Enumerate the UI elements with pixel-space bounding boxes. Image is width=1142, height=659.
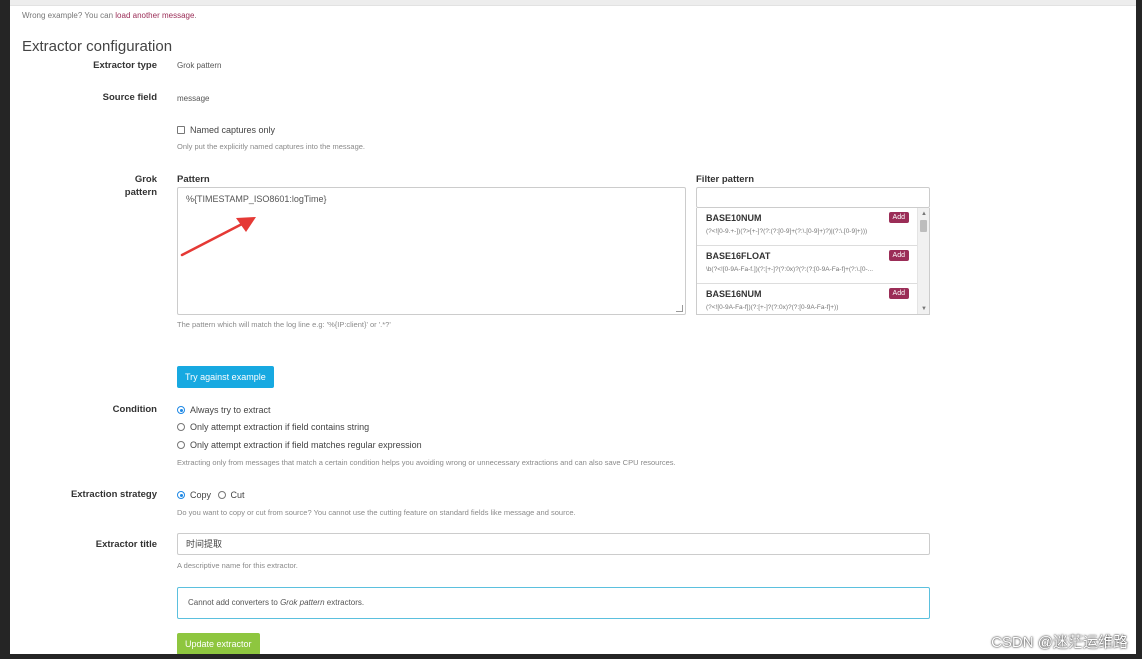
pattern-name: BASE16FLOAT: [706, 251, 771, 261]
scrollbar-thumb[interactable]: [920, 220, 927, 232]
alert-prefix: Cannot add converters to: [188, 598, 278, 607]
strategy-options: Copy Cut: [177, 490, 245, 500]
pattern-list-item: BASE16NUM (?<![0-9A-Fa-f])(?:[+-]?(?:0x)…: [697, 284, 917, 314]
scroll-down-icon[interactable]: ▼: [921, 306, 927, 312]
named-captures-checkbox[interactable]: Named captures only: [177, 125, 275, 135]
filter-pattern-heading: Filter pattern: [696, 174, 755, 185]
pattern-value: %{TIMESTAMP_ISO8601:logTime}: [186, 194, 327, 204]
grok-label-line1: Grok: [134, 174, 157, 185]
strategy-cut-radio[interactable]: Cut: [217, 490, 245, 500]
pattern-regex: (?<![0-9.+-])(?>[+-]?(?:(?:[0-9]+(?:\.[0…: [706, 228, 868, 235]
filter-pattern-input[interactable]: [696, 187, 930, 208]
checkbox-box[interactable]: [177, 126, 185, 134]
radio-selected[interactable]: [177, 406, 185, 414]
extractor-type-value: Grok pattern: [177, 61, 222, 70]
radio-selected[interactable]: [177, 491, 185, 499]
extraction-strategy-label: Extraction strategy: [70, 489, 157, 500]
condition-option-contains-string[interactable]: Only attempt extraction if field contain…: [177, 422, 369, 432]
converters-info-alert: Cannot add converters to Grok pattern ex…: [177, 587, 930, 619]
section-title: Extractor configuration: [22, 38, 173, 55]
radio-unselected[interactable]: [217, 491, 226, 499]
source-field-label: Source field: [102, 92, 157, 103]
source-field-value: message: [177, 94, 210, 103]
grok-pattern-list[interactable]: BASE10NUM (?<![0-9.+-])(?>[+-]?(?:(?:[0-…: [696, 208, 930, 315]
add-pattern-button[interactable]: Add: [888, 250, 909, 261]
pattern-name: BASE16NUM: [706, 289, 762, 299]
wrong-example-text: Wrong example? You can: [22, 11, 114, 20]
radio-unselected[interactable]: [177, 423, 185, 431]
condition-option-always[interactable]: Always try to extract: [177, 405, 271, 415]
condition-option-label: Only attempt extraction if field contain…: [190, 422, 370, 432]
pattern-list-item: BASE10NUM (?<![0-9.+-])(?>[+-]?(?:(?:[0-…: [697, 208, 917, 246]
annotation-arrow-icon: [180, 217, 256, 257]
extractor-title-input[interactable]: 时间提取: [177, 533, 930, 555]
extractor-type-label: Extractor type: [93, 60, 157, 71]
update-extractor-button[interactable]: Update extractor: [177, 633, 260, 654]
example-message-bar: [10, 0, 1136, 6]
add-pattern-button[interactable]: Add: [888, 212, 909, 223]
radio-unselected[interactable]: [177, 441, 185, 449]
named-captures-label: Named captures only: [190, 125, 276, 135]
scroll-up-icon[interactable]: ▲: [921, 211, 927, 217]
strategy-copy-radio[interactable]: Copy: [177, 490, 211, 500]
extractor-title-label: Extractor title: [95, 539, 157, 550]
named-captures-help: Only put the explicitly named captures i…: [177, 142, 366, 151]
condition-option-label: Always try to extract: [190, 405, 271, 415]
grok-pattern-label: Grok pattern: [50, 173, 157, 199]
csdn-watermark: CSDN @迷茫运维路: [991, 634, 1128, 651]
resize-handle-icon[interactable]: [676, 305, 683, 312]
pattern-regex: (?<![0-9A-Fa-f])(?:[+-]?(?:0x)?(?:[0-9A-…: [706, 304, 839, 311]
pattern-list-item: BASE16FLOAT \b(?<![0-9A-Fa-f.])(?:[+-]?(…: [697, 246, 917, 284]
condition-option-label: Only attempt extraction if field matches…: [190, 440, 422, 450]
alert-suffix: extractors.: [326, 598, 365, 607]
strategy-copy-label: Copy: [190, 490, 212, 500]
condition-help: Extracting only from messages that match…: [177, 458, 676, 467]
grok-label-line2: pattern: [124, 187, 157, 198]
pattern-heading: Pattern: [177, 174, 210, 185]
strategy-cut-label: Cut: [230, 490, 245, 500]
try-against-example-button[interactable]: Try against example: [177, 366, 274, 388]
load-another-message-link[interactable]: load another message: [115, 11, 194, 20]
condition-option-regex[interactable]: Only attempt extraction if field matches…: [177, 440, 422, 450]
add-pattern-button[interactable]: Add: [888, 288, 909, 299]
extractor-title-help: A descriptive name for this extractor.: [177, 561, 298, 570]
condition-label: Condition: [112, 404, 157, 415]
pattern-regex: \b(?<![0-9A-Fa-f.])(?:[+-]?(?:0x)?(?:(?:…: [706, 266, 874, 273]
pattern-name: BASE10NUM: [706, 213, 762, 223]
strategy-help: Do you want to copy or cut from source? …: [177, 508, 576, 517]
pattern-list-scrollbar[interactable]: ▲ ▼: [917, 208, 929, 314]
alert-emphasis: Grok pattern: [280, 598, 325, 607]
wrong-example-suffix: .: [194, 11, 197, 20]
extractor-page: Wrong example? You can load another mess…: [10, 0, 1136, 654]
pattern-help: The pattern which will match the log lin…: [177, 320, 391, 329]
wrong-example-line: Wrong example? You can load another mess…: [22, 11, 197, 20]
